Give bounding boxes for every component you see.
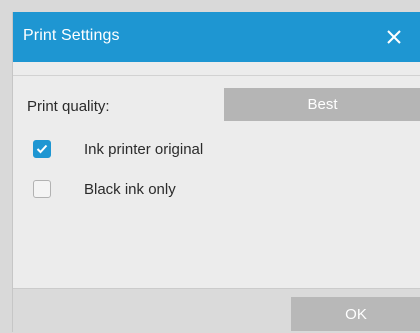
close-button[interactable] bbox=[379, 22, 409, 52]
print-quality-label: Print quality: bbox=[27, 98, 110, 115]
checkmark-icon bbox=[36, 144, 48, 154]
divider bbox=[13, 75, 420, 76]
print-settings-dialog: Print Settings Print quality: Best Ink p… bbox=[12, 12, 420, 333]
ink-printer-original-option[interactable]: Ink printer original bbox=[33, 138, 203, 160]
black-ink-only-label: Black ink only bbox=[84, 180, 176, 198]
dialog-title: Print Settings bbox=[23, 27, 120, 44]
print-quality-select[interactable]: Best bbox=[224, 88, 420, 121]
dialog-footer: OK bbox=[13, 288, 420, 333]
close-icon bbox=[387, 30, 401, 44]
ok-button-label: OK bbox=[345, 305, 367, 323]
ink-printer-original-label: Ink printer original bbox=[84, 140, 204, 158]
print-quality-value: Best bbox=[307, 96, 338, 113]
ink-printer-original-checkbox[interactable] bbox=[33, 140, 51, 158]
dialog-titlebar: Print Settings bbox=[13, 12, 420, 62]
black-ink-only-option[interactable]: Black ink only bbox=[33, 178, 176, 200]
ok-button[interactable]: OK bbox=[291, 297, 420, 331]
black-ink-only-checkbox[interactable] bbox=[33, 180, 51, 198]
